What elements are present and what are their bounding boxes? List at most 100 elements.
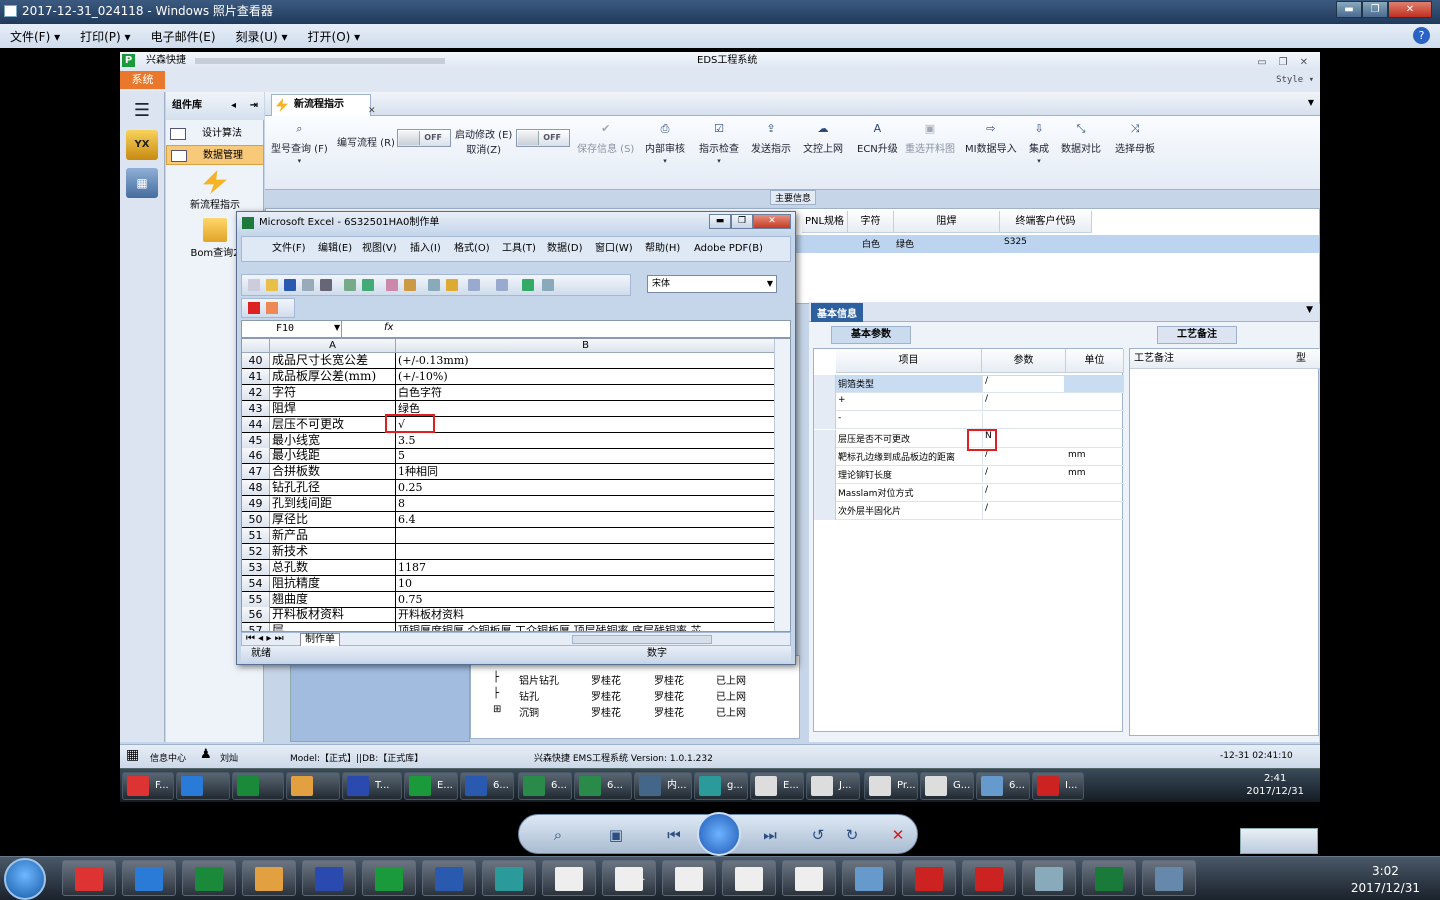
taskbar-app-button[interactable]: 6... — [574, 772, 632, 800]
taskbar-app-button[interactable]: F... — [122, 772, 174, 800]
previous-icon[interactable]: ⏮ — [663, 825, 685, 845]
cell-b[interactable]: 1种相同 — [398, 464, 774, 479]
taskbar-app-button[interactable]: 内... — [634, 772, 692, 800]
taskbar-app-button[interactable] — [302, 860, 356, 896]
taskbar-app-button[interactable] — [842, 860, 896, 896]
tab-craft-notes[interactable]: 工艺备注 — [1157, 326, 1237, 344]
excel-toolbar-button-icon[interactable] — [522, 279, 534, 291]
taskbar-app-button[interactable]: E... — [404, 772, 458, 800]
param-value[interactable]: / — [982, 376, 1064, 392]
next-icon[interactable]: ⏭ — [759, 825, 781, 845]
ecn-upgrade-button[interactable]: A ECN升级 — [857, 122, 898, 155]
col-header-pnl[interactable]: PNL规格 — [802, 211, 848, 233]
taskbar-app-button[interactable] — [902, 860, 956, 896]
param-row[interactable]: 铜箔类型 / — [814, 375, 1124, 393]
excel-menu-item[interactable]: 视图(V) — [362, 237, 397, 261]
cell-a[interactable]: 层压不可更改 — [272, 416, 396, 432]
row-selector[interactable] — [814, 484, 836, 503]
col-header-b[interactable]: B — [396, 339, 776, 353]
row-number[interactable]: 57 — [242, 623, 270, 631]
menu-file[interactable]: 文件(F) ▾ — [10, 28, 60, 45]
hamburger-menu-icon[interactable]: ☰ — [126, 96, 158, 126]
param-row[interactable]: Masslam对位方式 / — [814, 484, 1124, 503]
select-board-button[interactable]: ⤨ 选择母板 — [1115, 122, 1155, 155]
row-number[interactable]: 49 — [242, 496, 270, 512]
delete-icon[interactable]: ✕ — [887, 825, 909, 845]
cell-b[interactable]: 1187 — [398, 560, 774, 575]
excel-menu-item[interactable]: 工具(T) — [502, 237, 536, 261]
cell-a[interactable]: 新产品 — [272, 527, 396, 543]
taskbar-app-button[interactable] — [422, 860, 476, 896]
row-number[interactable]: 48 — [242, 480, 270, 496]
excel-toolbar-button-icon[interactable] — [248, 279, 260, 291]
menu-print[interactable]: 打印(P) ▾ — [80, 28, 130, 45]
sheet-row[interactable]: 50 厚径比 6.4 — [242, 512, 774, 528]
cell-a[interactable]: 翘曲度 — [272, 591, 396, 607]
rotate-ccw-icon[interactable]: ↺ — [807, 825, 829, 845]
pin-icon[interactable]: ⇥ — [250, 92, 258, 120]
param-value[interactable] — [982, 412, 1064, 429]
sheet-row[interactable]: 45 最小线宽 3.5 — [242, 432, 774, 449]
taskbar-app-button[interactable]: g... — [694, 772, 748, 800]
cell-a[interactable]: 厚径比 — [272, 512, 396, 527]
yx-module-icon[interactable]: YX — [126, 130, 158, 160]
cell-b[interactable]: 白色字符 — [398, 385, 774, 400]
param-row[interactable]: 理论铆钉长度 / mm — [814, 466, 1124, 484]
sheet-row[interactable]: 55 翘曲度 0.75 — [242, 591, 774, 608]
rotate-cw-icon[interactable]: ↻ — [841, 825, 863, 845]
cell-b[interactable]: 顶铜厚度铜厚 介铜板厚 工介铜板厚 顶层残铜率 底层残铜率 芯 — [398, 623, 774, 631]
info-center-link[interactable]: 信息中心 — [150, 751, 186, 764]
excel-toolbar-button-icon[interactable] — [404, 279, 416, 291]
cell-b[interactable]: 5 — [398, 448, 774, 463]
excel-toolbar-button-icon[interactable] — [284, 279, 296, 291]
cell-a[interactable]: 合拼板数 — [272, 464, 396, 480]
tab-basic-params[interactable]: 基本参数 — [831, 326, 911, 344]
save-info-button[interactable]: ✔ 保存信息 (S) — [577, 122, 634, 155]
cell-b[interactable]: 3.5 — [398, 433, 774, 448]
sheet-row[interactable]: 57 层顶铜厚度铜厚 介铜板厚 工介铜板厚 顶层残铜率 底层残铜率 芯 — [242, 623, 774, 631]
row-number[interactable]: 52 — [242, 543, 270, 559]
excel-toolbar-button-icon[interactable] — [320, 279, 332, 291]
process-tree-row[interactable]: ⊞ 沉铜 罗桂花 罗桂花 已上网 — [471, 704, 801, 720]
excel-toolbar-button-icon[interactable] — [496, 279, 508, 291]
taskbar-app-button[interactable]: 6... — [976, 772, 1030, 800]
param-row[interactable]: - — [814, 411, 1124, 430]
corner-header[interactable] — [242, 339, 270, 353]
row-selector[interactable] — [814, 447, 836, 466]
instruction-check-button[interactable]: ☑ 指示检查 ▾ — [699, 122, 739, 165]
sheet-row[interactable]: 53 总孔数 1187 — [242, 559, 774, 576]
taskbar-app-button[interactable] — [122, 860, 176, 896]
taskbar-app-button[interactable] — [232, 772, 284, 800]
cell-b[interactable]: 0.25 — [398, 480, 774, 495]
cell-a[interactable]: 层 — [272, 623, 396, 631]
cell-b[interactable] — [398, 544, 774, 559]
col-header-a[interactable]: A — [270, 339, 396, 353]
taskbar-app-button[interactable] — [662, 860, 716, 896]
param-value[interactable]: / — [982, 467, 1064, 483]
excel-toolbar-button-icon[interactable] — [468, 279, 480, 291]
taskbar-app-button[interactable]: J... — [806, 772, 860, 800]
excel-menu-item[interactable]: 数据(D) — [547, 237, 583, 261]
font-dropdown-icon[interactable]: ▼ — [767, 276, 773, 292]
pdf-convert-icon[interactable] — [248, 302, 260, 314]
excel-menu-item[interactable]: 插入(I) — [410, 237, 441, 261]
write-flow-toggle[interactable]: OFF — [397, 129, 451, 147]
taskbar-app-button[interactable] — [286, 772, 340, 800]
comp-item-data-manage[interactable]: 数据管理 — [166, 145, 264, 165]
sheet-row[interactable]: 46 最小线距 5 — [242, 448, 774, 465]
tray-mini-controls[interactable] — [1240, 828, 1318, 854]
excel-toolbar-button-icon[interactable] — [386, 279, 398, 291]
start-button[interactable] — [4, 858, 46, 900]
row-number[interactable]: 40 — [242, 353, 270, 368]
taskbar-app-button[interactable]: G... — [920, 772, 974, 800]
menu-open[interactable]: 打开(O) ▾ — [308, 28, 361, 45]
menu-burn[interactable]: 刻录(U) ▾ — [236, 28, 288, 45]
cell-b[interactable]: 10 — [398, 576, 774, 591]
excel-menu-item[interactable]: Adobe PDF(B) — [694, 237, 763, 261]
sheet-row[interactable]: 43 阻焊 绿色 — [242, 400, 774, 417]
row-selector[interactable] — [814, 375, 836, 393]
excel-close-button[interactable]: ✕ — [753, 214, 791, 229]
tab-new-flow-instruction[interactable]: 新流程指示 ✕ — [271, 94, 376, 116]
row-selector[interactable] — [814, 411, 836, 430]
taskbar-app-button[interactable] — [722, 860, 776, 896]
